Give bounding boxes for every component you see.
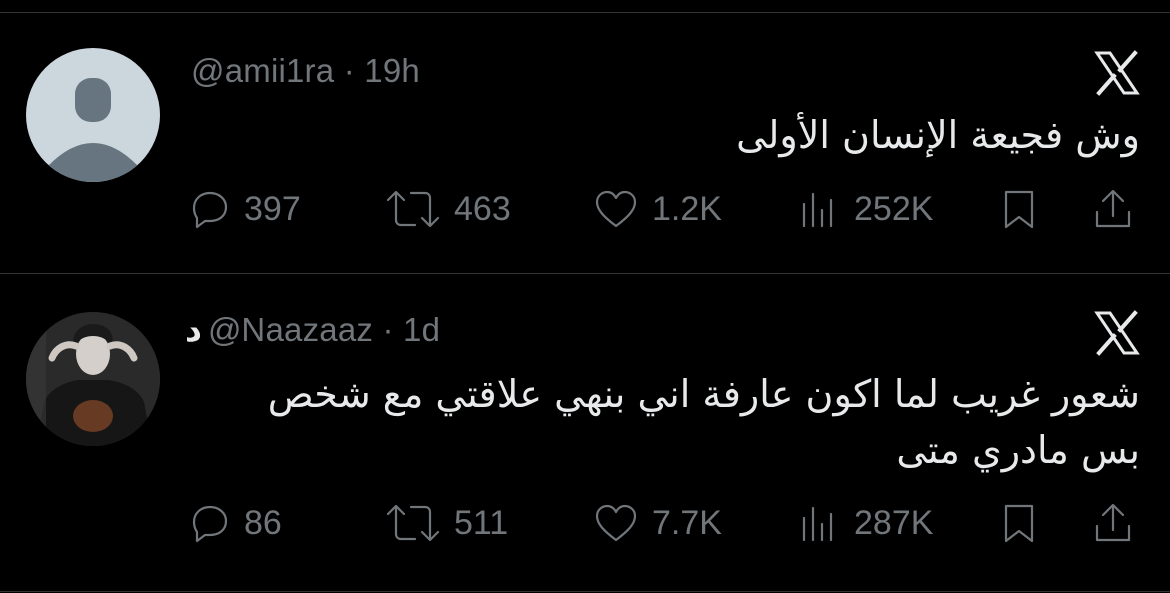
- avatar[interactable]: [26, 48, 160, 182]
- x-logo-icon[interactable]: [1094, 50, 1140, 96]
- tweet-meta: د @Naazaaz · 1d: [185, 310, 440, 349]
- handle[interactable]: @Naazaaz: [208, 311, 373, 348]
- bookmark-button[interactable]: [996, 500, 1042, 546]
- views-count: 287K: [854, 503, 934, 542]
- retweet-button[interactable]: 511: [384, 500, 508, 546]
- views-button[interactable]: 287K: [796, 500, 933, 546]
- separator: ·: [382, 311, 394, 348]
- reply-button[interactable]: 397: [186, 186, 301, 232]
- bookmark-icon: [1004, 190, 1034, 229]
- timestamp[interactable]: 1d: [403, 311, 440, 348]
- like-button[interactable]: 7.7K: [592, 500, 722, 546]
- retweet-icon: [386, 190, 440, 228]
- tweet-2[interactable]: د @Naazaaz · 1d شعور غريب لما اكون عارفة …: [0, 274, 1170, 592]
- display-name[interactable]: د: [185, 311, 202, 348]
- reply-count: 397: [244, 189, 301, 228]
- reply-icon: [192, 505, 228, 543]
- avatar[interactable]: [26, 312, 160, 446]
- handle[interactable]: @amii1ra: [191, 52, 334, 89]
- like-count: 7.7K: [652, 503, 722, 542]
- views-count: 252K: [854, 189, 934, 228]
- separator: ·: [343, 52, 355, 89]
- user-photo-icon: [26, 312, 160, 446]
- share-icon: [1095, 189, 1131, 228]
- like-icon: [595, 504, 637, 542]
- tweet-meta: @amii1ra · 19h: [185, 52, 420, 90]
- default-avatar-icon: [48, 78, 138, 182]
- bookmark-button[interactable]: [996, 186, 1042, 232]
- bottom-divider: [0, 591, 1170, 592]
- share-icon: [1095, 503, 1131, 542]
- share-button[interactable]: [1090, 500, 1136, 546]
- tweet-text: وش فجيعة الإنسان الأولى: [736, 113, 1140, 157]
- retweet-count: 463: [454, 189, 511, 228]
- views-icon: [802, 192, 833, 228]
- tweet-text: شعور غريب لما اكون عارفة اني بنهي علاقتي…: [267, 372, 1140, 472]
- views-icon: [802, 506, 833, 542]
- like-icon: [595, 190, 637, 228]
- retweet-button[interactable]: 463: [384, 186, 511, 232]
- like-count: 1.2K: [652, 189, 722, 228]
- bookmark-icon: [1004, 504, 1034, 543]
- reply-icon: [192, 191, 228, 229]
- share-button[interactable]: [1090, 186, 1136, 232]
- tweet-1[interactable]: @amii1ra · 19h وش فجيعة الإنسان الأولى 3…: [0, 0, 1170, 272]
- views-button[interactable]: 252K: [796, 186, 933, 232]
- retweet-icon: [386, 504, 440, 542]
- retweet-count: 511: [454, 503, 509, 542]
- like-button[interactable]: 1.2K: [592, 186, 722, 232]
- reply-count: 86: [244, 503, 282, 542]
- reply-button[interactable]: 86: [186, 500, 282, 546]
- timestamp[interactable]: 19h: [364, 52, 420, 89]
- x-logo-icon[interactable]: [1094, 310, 1140, 356]
